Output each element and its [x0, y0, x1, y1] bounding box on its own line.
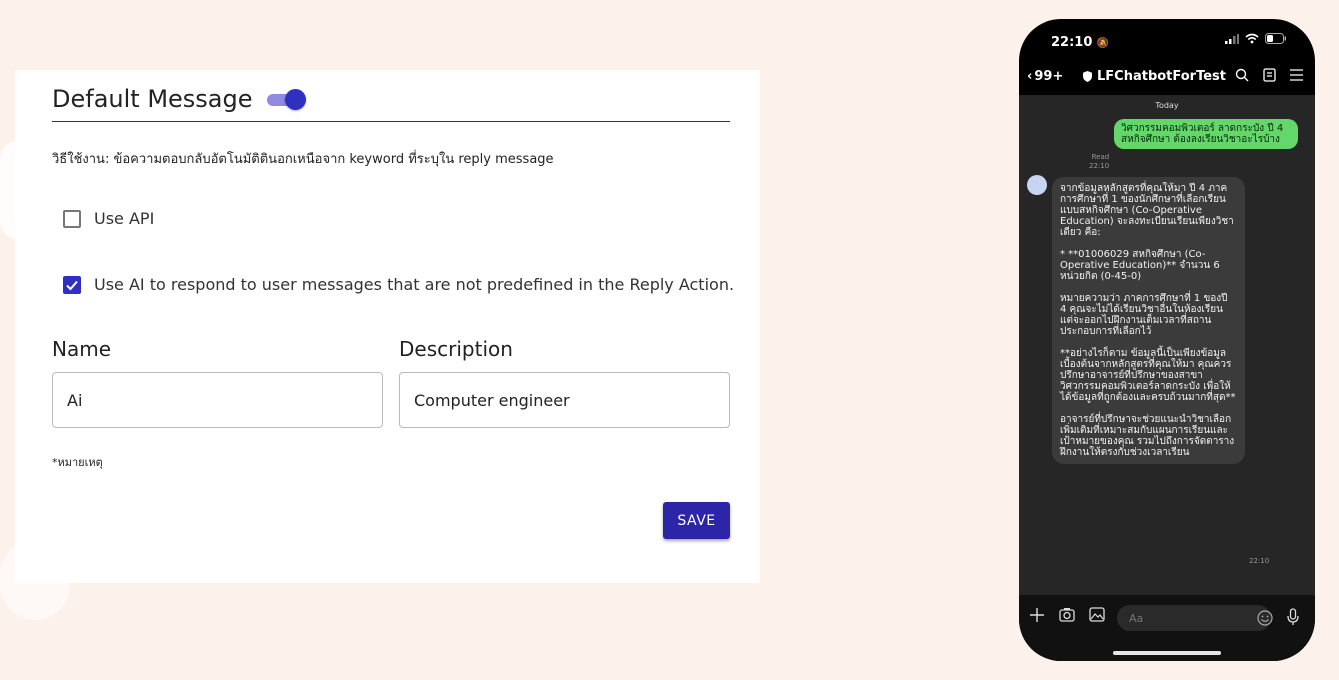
message-paragraph: อาจารย์ที่ปรึกษาจะช่วยแนะนำวิชาเลือกเพิ่… [1060, 414, 1235, 458]
default-message-card: Default Message วิธีใช้งาน: ข้อความตอบกล… [15, 70, 760, 583]
chat-area: Today Read 22:10 วิศวกรรมคอมพิวเตอร์ ลาด… [1019, 95, 1315, 595]
checkmark-icon [66, 280, 78, 290]
status-bar: 22:10 🔕 [1019, 19, 1315, 63]
use-api-checkbox[interactable] [63, 209, 81, 228]
chevron-left-icon: ‹ [1027, 69, 1033, 84]
message-paragraph: **อย่างไรก็ตาม ข้อมูลนี้เป็นเพียงข้อมูลเ… [1060, 348, 1236, 403]
chat-title: LFChatbotForTest [1083, 69, 1226, 84]
chat-header-actions [1235, 68, 1303, 87]
use-api-label: Use API [94, 209, 155, 228]
search-icon[interactable] [1235, 68, 1249, 87]
save-button[interactable]: SAVE [663, 502, 730, 539]
usage-description: วิธีใช้งาน: ข้อความตอบกลับอัตโนมัติตินอก… [52, 152, 554, 167]
default-message-toggle[interactable] [265, 88, 307, 110]
back-button[interactable]: ‹ 99+ [1027, 69, 1063, 84]
use-ai-label: Use AI to respond to user messages that … [94, 275, 735, 294]
message-paragraph: * **01006029 สหกิจศึกษา (Co-Operative Ed… [1060, 249, 1220, 282]
shield-icon [1083, 71, 1092, 82]
message-paragraph: จากข้อมูลหลักสูตรที่คุณให้มา ปี 4 ภาคการ… [1060, 183, 1234, 238]
chat-header: ‹ 99+ LFChatbotForTest [1019, 63, 1315, 95]
outgoing-message[interactable]: วิศวกรรมคอมพิวเตอร์ ลาดกระบัง ปี 4 สหกิจ… [1114, 119, 1298, 149]
emoji-icon[interactable] [1257, 610, 1273, 631]
message-paragraph: หมายความว่า ภาคการศึกษาที่ 1 ของปี 4 คุณ… [1060, 293, 1228, 337]
menu-icon[interactable] [1290, 68, 1303, 87]
description-input[interactable] [399, 372, 730, 428]
use-api-row: Use API [63, 209, 154, 228]
read-receipt: Read 22:10 [1089, 153, 1110, 170]
use-ai-checkbox[interactable] [63, 275, 81, 294]
image-icon[interactable] [1089, 607, 1105, 628]
home-indicator[interactable] [1113, 651, 1221, 655]
message-input-bar [1019, 595, 1315, 661]
bot-avatar[interactable] [1027, 175, 1047, 195]
message-input[interactable] [1117, 605, 1271, 631]
mute-bell-icon: 🔕 [1096, 38, 1110, 49]
toggle-knob [284, 88, 306, 110]
unread-count: 99+ [1034, 69, 1064, 84]
signal-icon [1225, 33, 1239, 44]
incoming-timestamp: 22:10 [1249, 557, 1270, 565]
card-header: Default Message [52, 76, 730, 122]
status-time: 22:10 🔕 [1051, 35, 1110, 50]
chat-name: LFChatbotForTest [1097, 69, 1227, 84]
name-label: Name [52, 337, 112, 361]
use-ai-row: Use AI to respond to user messages that … [63, 275, 734, 294]
battery-icon [1265, 33, 1286, 44]
name-input[interactable] [52, 372, 383, 428]
wifi-icon [1245, 33, 1259, 44]
date-divider: Today [1155, 101, 1179, 110]
incoming-message[interactable]: จากข้อมูลหลักสูตรที่คุณให้มา ปี 4 ภาคการ… [1052, 177, 1245, 464]
phone-screen: 22:10 🔕 ‹ 99+ LFChatbotForTest Today Rea… [1019, 19, 1315, 661]
plus-icon[interactable] [1029, 607, 1045, 628]
status-icons [1225, 33, 1287, 44]
note-text: *หมายเหตุ [52, 456, 103, 469]
input-actions [1029, 607, 1105, 628]
card-title: Default Message [52, 84, 253, 113]
notes-icon[interactable] [1263, 68, 1276, 87]
camera-icon[interactable] [1059, 607, 1075, 628]
description-label: Description [399, 337, 513, 361]
microphone-icon[interactable] [1287, 608, 1299, 631]
